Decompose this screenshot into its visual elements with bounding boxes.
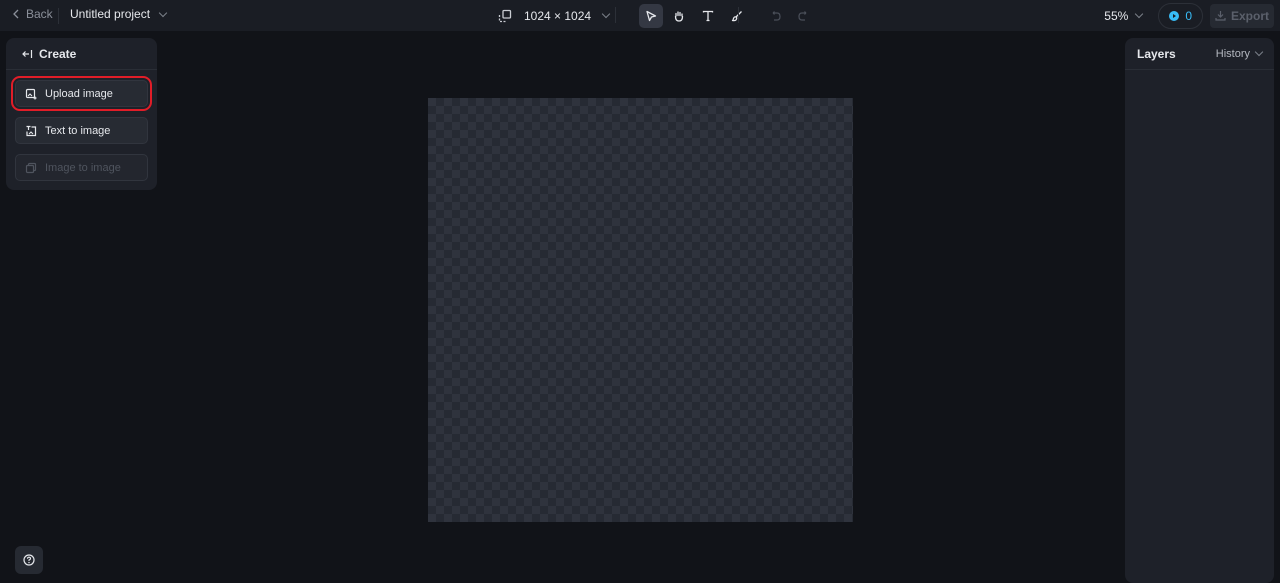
canvas-size-dropdown[interactable]: 1024 × 1024 <box>498 8 611 23</box>
artboard-canvas[interactable] <box>428 98 853 522</box>
zoom-dropdown[interactable]: 55% <box>1104 8 1144 23</box>
create-panel-header[interactable]: Create <box>6 38 157 70</box>
top-toolbar: Back Untitled project 1024 × 1024 55% 0 … <box>0 0 1280 31</box>
layers-title: Layers <box>1137 46 1176 61</box>
chevron-down-icon <box>601 9 611 19</box>
undo-button[interactable] <box>764 4 788 28</box>
hand-tool-button[interactable] <box>667 4 691 28</box>
layers-panel: Layers History <box>1125 38 1274 583</box>
resize-icon <box>498 9 512 22</box>
text-tool-button[interactable] <box>696 4 720 28</box>
image-to-image-label: Image to image <box>45 161 121 174</box>
text-to-image-label: Text to image <box>45 124 111 137</box>
chevron-left-icon <box>13 9 19 19</box>
create-panel: Create Upload image Text to image Image … <box>6 38 157 190</box>
cursor-arrow-icon <box>646 10 657 21</box>
back-button[interactable]: Back <box>12 7 53 21</box>
upload-image-button[interactable]: Upload image <box>11 76 152 111</box>
zoom-level: 55% <box>1104 8 1129 23</box>
history-label: History <box>1215 47 1250 60</box>
help-button[interactable] <box>15 546 43 574</box>
back-label: Back <box>26 7 53 21</box>
top-right-controls: 55% 0 Export <box>1104 2 1280 29</box>
hand-icon <box>674 10 684 22</box>
select-tool-button[interactable] <box>639 3 664 28</box>
divider <box>615 7 616 23</box>
history-dropdown[interactable]: History <box>1215 47 1264 60</box>
text-to-image-icon <box>26 125 37 136</box>
undo-icon <box>772 10 781 21</box>
collapse-left-icon <box>22 49 33 58</box>
image-to-image-icon <box>25 162 37 173</box>
credits-count: 0 <box>1185 8 1192 23</box>
divider <box>58 8 59 24</box>
text-icon <box>702 10 714 21</box>
text-to-image-button[interactable]: Text to image <box>15 117 148 144</box>
project-title-dropdown[interactable]: Untitled project <box>70 7 168 21</box>
chevron-down-icon <box>1254 47 1264 57</box>
export-label: Export <box>1230 8 1269 23</box>
project-title: Untitled project <box>70 7 151 21</box>
image-to-image-button[interactable]: Image to image <box>15 154 148 181</box>
canvas-tools: 1024 × 1024 <box>498 3 815 28</box>
export-button[interactable]: Export <box>1210 3 1274 28</box>
layers-panel-header: Layers History <box>1125 38 1274 70</box>
upload-image-icon <box>25 88 37 99</box>
create-panel-title: Create <box>39 46 77 61</box>
upload-image-label: Upload image <box>45 87 113 100</box>
chevron-down-icon <box>158 8 168 17</box>
download-icon <box>1215 11 1226 21</box>
canvas-size: 1024 × 1024 <box>524 8 592 23</box>
divider <box>738 7 739 23</box>
redo-icon <box>798 10 807 21</box>
credits-icon <box>1169 10 1180 21</box>
help-icon <box>23 554 35 566</box>
redo-button[interactable] <box>791 4 815 28</box>
credits-badge[interactable]: 0 <box>1158 2 1203 29</box>
chevron-down-icon <box>1135 9 1144 19</box>
